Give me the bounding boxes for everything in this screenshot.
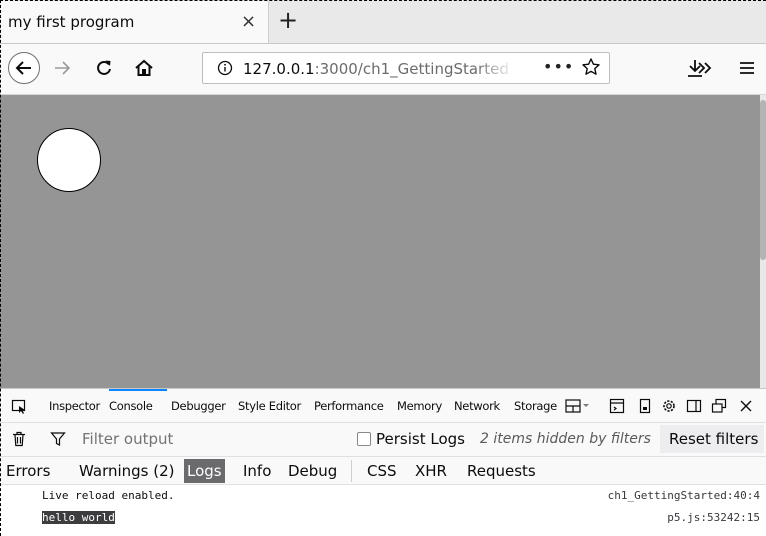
forward-arrow-icon bbox=[55, 61, 71, 75]
split-console-icon[interactable] bbox=[609, 398, 625, 418]
bookmark-star-icon[interactable] bbox=[581, 57, 601, 81]
tab-strip: my first program × + bbox=[0, 0, 766, 44]
chevron-double-right-icon bbox=[698, 62, 712, 74]
address-bar[interactable]: 127.0.0.1:3000/ch1_GettingStarted ••• bbox=[202, 52, 610, 84]
browser-tab[interactable]: my first program × bbox=[1, 1, 269, 43]
separate-window-icon[interactable] bbox=[711, 398, 727, 418]
screenshot-icon[interactable] bbox=[638, 398, 652, 418]
devtools-tab-memory[interactable]: Memory bbox=[397, 389, 452, 423]
filter-warnings[interactable]: Warnings (2) bbox=[76, 459, 178, 483]
page-actions-menu-icon[interactable]: ••• bbox=[543, 57, 574, 76]
settings-gear-icon[interactable] bbox=[661, 398, 677, 418]
console-message: hello world p5.js:53242:15 bbox=[0, 507, 766, 529]
url-fade bbox=[475, 55, 515, 81]
responsive-design-icon[interactable] bbox=[565, 398, 591, 418]
home-icon bbox=[135, 59, 153, 76]
clear-console-trash-icon[interactable] bbox=[12, 431, 26, 451]
hidden-items-note: 2 items hidden by filters bbox=[480, 431, 651, 447]
console-category-bar: Errors Warnings (2) Logs Info Debug CSS … bbox=[0, 457, 766, 485]
dock-side-icon[interactable] bbox=[686, 398, 702, 418]
console-message-text: Live reload enabled. bbox=[42, 489, 175, 502]
devtools-tab-performance[interactable]: Performance bbox=[314, 389, 395, 423]
white-circle bbox=[37, 128, 101, 192]
console-message: Live reload enabled. ch1_GettingStarted:… bbox=[0, 485, 766, 507]
devtools-tab-storage[interactable]: Storage bbox=[514, 389, 564, 423]
close-devtools-icon[interactable] bbox=[738, 398, 754, 418]
filter-logs[interactable]: Logs bbox=[184, 459, 225, 483]
console-output[interactable]: Live reload enabled. ch1_GettingStarted:… bbox=[0, 485, 766, 536]
url-host: 127.0.0.1 bbox=[243, 60, 315, 78]
reload-icon bbox=[97, 60, 111, 75]
hamburger-icon bbox=[740, 62, 754, 74]
devtools-toolbar: Inspector Console Debugger Style Editor … bbox=[0, 388, 766, 423]
hamburger-menu-button[interactable] bbox=[738, 59, 756, 77]
category-divider bbox=[351, 460, 352, 482]
filter-debug[interactable]: Debug bbox=[285, 459, 340, 483]
page-canvas[interactable] bbox=[0, 95, 760, 388]
filter-css[interactable]: CSS bbox=[364, 459, 400, 483]
console-filter-bar: Filter output Persist Logs 2 items hidde… bbox=[0, 423, 766, 457]
devtools-tab-inspector[interactable]: Inspector bbox=[49, 389, 107, 423]
back-arrow-icon bbox=[15, 61, 31, 75]
reload-button[interactable] bbox=[94, 58, 114, 78]
navigation-bar: 127.0.0.1:3000/ch1_GettingStarted ••• bbox=[0, 44, 766, 95]
devtools-tab-style-editor[interactable]: Style Editor bbox=[238, 389, 311, 423]
filter-requests[interactable]: Requests bbox=[464, 459, 539, 483]
filter-info[interactable]: Info bbox=[240, 459, 274, 483]
filter-errors[interactable]: Errors bbox=[3, 459, 53, 483]
new-tab-button[interactable]: + bbox=[278, 6, 298, 34]
persist-logs-checkbox[interactable] bbox=[357, 432, 371, 446]
console-message-location[interactable]: p5.js:53242:15 bbox=[667, 511, 760, 524]
tab-title: my first program bbox=[8, 13, 135, 31]
content-scrollbar[interactable] bbox=[760, 95, 766, 388]
filter-funnel-icon[interactable] bbox=[50, 431, 66, 451]
devtools-tab-network[interactable]: Network bbox=[454, 389, 511, 423]
back-button[interactable] bbox=[8, 52, 40, 84]
forward-button[interactable] bbox=[52, 58, 72, 78]
pick-element-icon[interactable] bbox=[11, 398, 27, 418]
filter-xhr[interactable]: XHR bbox=[412, 459, 450, 483]
console-message-location[interactable]: ch1_GettingStarted:40:4 bbox=[608, 489, 760, 502]
console-message-text: hello world bbox=[42, 511, 115, 524]
site-info-icon[interactable] bbox=[217, 60, 233, 80]
persist-logs-label[interactable]: Persist Logs bbox=[376, 430, 465, 448]
home-button[interactable] bbox=[134, 58, 154, 78]
filter-output-input[interactable]: Filter output bbox=[82, 430, 173, 448]
reset-filters-button[interactable]: Reset filters bbox=[660, 425, 764, 453]
devtools-tab-debugger[interactable]: Debugger bbox=[171, 389, 235, 423]
tab-close-icon[interactable]: × bbox=[241, 11, 256, 32]
devtools-tab-console[interactable]: Console bbox=[109, 389, 167, 425]
overflow-button[interactable] bbox=[695, 58, 715, 78]
scrollbar-thumb[interactable] bbox=[760, 100, 766, 260]
